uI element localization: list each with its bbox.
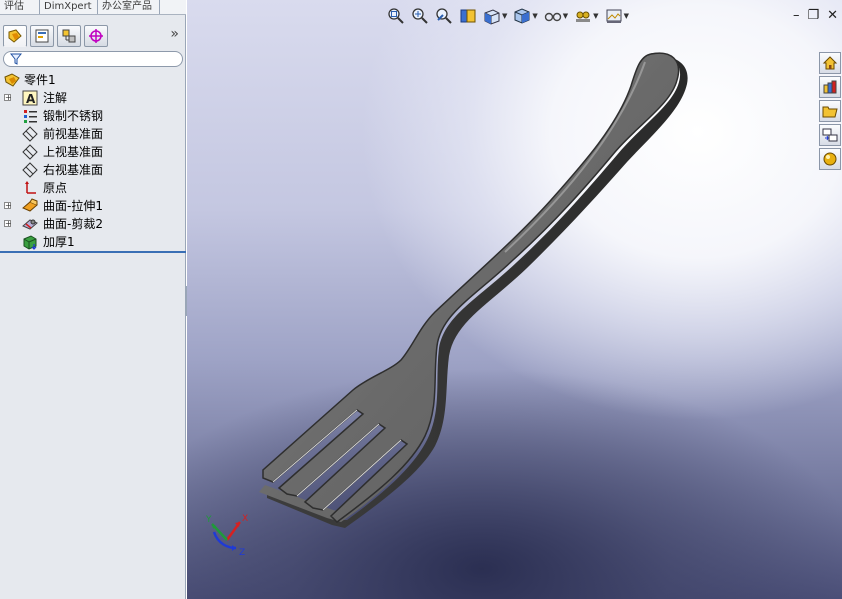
expand-toggle-icon[interactable]: + [4, 220, 12, 228]
view-orientation-icon [484, 9, 500, 25]
tree-item-label: 曲面-拉伸1 [43, 199, 103, 213]
plane-icon [22, 126, 38, 142]
tree-root-label: 零件1 [24, 73, 56, 87]
triad-x-label: X [242, 514, 248, 524]
feature-tree-icon [8, 28, 22, 43]
close-icon[interactable]: ✕ [827, 8, 838, 23]
design-library-icon [823, 80, 837, 94]
heads-up-view-toolbar: ▼ ▼ ▼ ▼ ▼ [387, 6, 635, 26]
dimxpert-manager-tab[interactable] [84, 24, 108, 47]
property-manager-icon [35, 29, 49, 42]
apply-scene-icon [606, 9, 622, 23]
tree-item-label: 注解 [43, 91, 68, 105]
origin-icon [25, 181, 36, 194]
fork-body [262, 52, 680, 523]
task-pane-tabs [819, 52, 842, 172]
task-pane-view-palette-button[interactable] [819, 124, 841, 146]
section-view-button[interactable] [459, 6, 477, 26]
plane-icon [22, 162, 38, 178]
tree-item-label: 前视基准面 [43, 127, 104, 141]
file-explorer-icon [822, 106, 838, 118]
chevron-down-icon[interactable]: ▼ [532, 12, 537, 20]
tree-item-label: 右视基准面 [43, 163, 104, 177]
part-icon [4, 73, 20, 87]
filter-icon [10, 53, 22, 65]
dimxpert-target-icon [89, 28, 103, 43]
command-manager-tabs: 评估 DimXpert 办公室产品 [0, 0, 186, 15]
feature-manager-panel: 评估 DimXpert 办公室产品 » 零件1 + A 注解 锻制不锈钢 前视基… [0, 0, 186, 599]
triad-z-label: Z [239, 548, 245, 558]
previous-view-button[interactable] [435, 6, 453, 26]
svg-text:A: A [26, 92, 36, 106]
tree-item-label: 曲面-剪裁2 [43, 217, 103, 231]
thicken-icon [23, 235, 37, 250]
expand-toggle-icon[interactable]: + [4, 94, 12, 102]
task-pane-home-button[interactable] [819, 52, 841, 74]
document-window-controls: – ❐ ✕ [793, 8, 838, 23]
display-style-button[interactable]: ▼ [513, 6, 538, 26]
minimize-icon[interactable]: – [793, 8, 800, 23]
graphics-area[interactable]: ▼ ▼ ▼ ▼ ▼ – ❐ ✕ X Y Z [187, 0, 842, 599]
chevron-down-icon[interactable]: ▼ [502, 12, 507, 20]
tree-item-label: 锻制不锈钢 [43, 109, 104, 123]
tree-item-label: 原点 [43, 181, 68, 195]
edit-appearance-button[interactable]: ▼ [574, 6, 599, 26]
expand-panel-icon[interactable]: » [170, 27, 179, 41]
chevron-down-icon[interactable]: ▼ [563, 12, 568, 20]
property-manager-tab[interactable] [30, 24, 54, 47]
tree-item-label: 上视基准面 [43, 145, 104, 159]
tree-item-label: 加厚1 [43, 235, 75, 249]
task-pane-file-explorer-button[interactable] [819, 100, 841, 122]
hide-show-items-icon [544, 12, 561, 22]
configuration-manager-icon [62, 29, 76, 42]
chevron-down-icon[interactable]: ▼ [593, 12, 598, 20]
fork-model[interactable] [187, 0, 842, 599]
triad-y-label: Y [205, 515, 212, 525]
surface-extrude-icon [22, 198, 38, 212]
tab-evaluate[interactable]: 评估 [0, 0, 40, 14]
view-orientation-button[interactable]: ▼ [483, 6, 507, 26]
previous-view-icon [436, 8, 452, 24]
plane-icon [22, 144, 38, 160]
feature-manager-tab[interactable] [3, 24, 27, 47]
restore-icon[interactable]: ❐ [807, 8, 819, 23]
manager-tab-strip [0, 22, 186, 49]
view-palette-icon [822, 128, 838, 142]
expand-toggle-icon[interactable]: + [4, 202, 12, 210]
task-pane-appearances-button[interactable] [819, 148, 841, 170]
tab-office-products[interactable]: 办公室产品 [98, 0, 160, 14]
annotation-icon: A [22, 90, 38, 106]
tree-filter-input[interactable] [3, 51, 183, 67]
triad-z-arrow [232, 545, 236, 551]
surface-trim-icon [22, 219, 38, 230]
task-pane-design-library-button[interactable] [819, 76, 841, 98]
zoom-to-area-button[interactable] [411, 6, 429, 26]
chevron-down-icon[interactable]: ▼ [624, 12, 629, 20]
zoom-to-fit-button[interactable] [387, 6, 405, 26]
home-icon [822, 56, 838, 70]
apply-scene-button[interactable]: ▼ [605, 6, 629, 26]
rollback-bar[interactable] [0, 251, 186, 253]
zoom-to-area-icon [412, 8, 428, 24]
tab-dimxpert[interactable]: DimXpert [40, 0, 98, 14]
configuration-manager-tab[interactable] [57, 24, 81, 47]
zoom-to-fit-icon [388, 8, 404, 24]
hide-show-items-button[interactable]: ▼ [544, 6, 568, 26]
material-icon [24, 110, 37, 123]
edit-appearance-icon [576, 11, 591, 22]
section-view-icon [460, 9, 476, 23]
display-style-icon [514, 8, 530, 24]
appearances-icon [823, 152, 837, 166]
reference-triad[interactable]: X Y Z [202, 510, 272, 570]
